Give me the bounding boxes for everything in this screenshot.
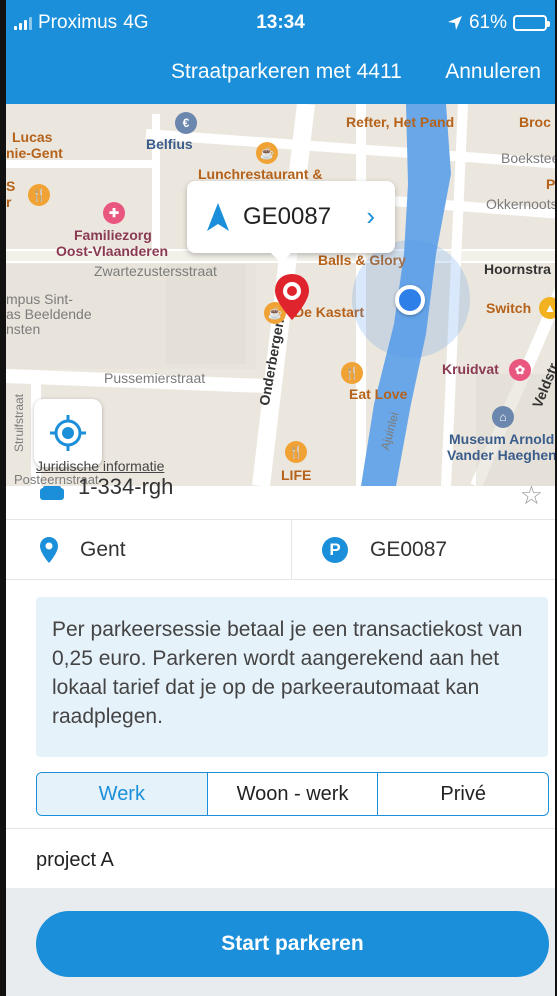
user-location-icon: [395, 285, 425, 315]
phone-screen: Proximus 4G 13:34 61% Straatparkeren met…: [0, 0, 557, 996]
parking-pin-icon[interactable]: [275, 274, 309, 320]
car-icon: [40, 486, 64, 500]
favorite-star-icon[interactable]: ☆: [520, 480, 543, 511]
map-label-lucas: Lucas: [12, 129, 53, 145]
zone-code: GE0087: [370, 538, 448, 561]
health-poi-icon[interactable]: ✚: [103, 202, 125, 224]
project-value: project A: [36, 849, 114, 871]
navigation-arrow-icon[interactable]: [207, 203, 229, 231]
page-title: Straatparkeren met 4411: [171, 60, 402, 83]
cafe-poi-icon[interactable]: ☕: [256, 142, 278, 164]
shop-poi-icon[interactable]: ▲: [539, 297, 555, 319]
segment-woon-werk[interactable]: Woon - werk: [206, 773, 378, 815]
transaction-notice: Per parkeersessie betaal je een transact…: [36, 597, 548, 757]
map-label-museum1: Museum Arnold: [449, 431, 555, 447]
map-label-kruidvat: Kruidvat: [442, 361, 499, 377]
session-sheet: 1-334-rgh ☆ Gent P GE0087 Per parkeerses…: [6, 474, 555, 996]
map-label-broc: Broc: [519, 114, 551, 130]
restaurant-poi-icon-3[interactable]: 🍴: [285, 441, 307, 463]
nav-bar: Straatparkeren met 4411 Annuleren: [6, 44, 555, 104]
segment-werk[interactable]: Werk: [37, 773, 207, 815]
parking-p-icon: P: [322, 537, 348, 563]
map-label-struifstraat: Struifstraat: [12, 393, 26, 452]
map-marker-icon: [40, 537, 58, 563]
map-label-switch: Switch: [486, 300, 532, 316]
map-view[interactable]: Lucas nie-Gent Belfius Refter, Het Pand …: [6, 104, 555, 486]
start-parking-button[interactable]: Start parkeren: [36, 911, 549, 977]
footer: Start parkeren: [6, 888, 555, 996]
restaurant-poi-icon[interactable]: 🍴: [28, 184, 50, 206]
license-plate: 1-334-rgh: [78, 474, 174, 499]
chevron-right-icon[interactable]: ›: [366, 201, 375, 232]
map-label-campus2: as Beeldende: [6, 306, 92, 322]
map-label-familiezorg2: Oost-Vlaanderen: [56, 243, 169, 259]
location-info-row: Gent P GE0087: [6, 520, 555, 580]
zone-cell: P GE0087: [322, 520, 447, 580]
status-bar: Proximus 4G 13:34 61%: [6, 0, 555, 44]
map-label-campus1: mpus Sint-: [6, 291, 73, 307]
battery-percent: 61%: [468, 12, 507, 33]
map-label-pussemier: Pussemierstraat: [104, 370, 206, 386]
city-cell: Gent: [40, 520, 126, 580]
map-label-museum2: Vander Haeghen: [447, 447, 555, 463]
callout-zone-code: GE0087: [243, 203, 332, 230]
cancel-button[interactable]: Annuleren: [445, 60, 541, 84]
map-label-r-left: r: [6, 194, 12, 210]
segment-prive[interactable]: Privé: [377, 773, 548, 815]
map-label-eatlove: Eat Love: [349, 386, 408, 402]
locate-me-button[interactable]: [34, 399, 102, 467]
shop-poi-icon-2[interactable]: ✿: [509, 359, 531, 381]
map-label-familiezorg1: Familiezorg: [74, 227, 152, 243]
map-label-lucas2: nie-Gent: [6, 145, 63, 161]
map-label-life: LIFE: [281, 467, 312, 483]
map-label-p-right: P: [546, 176, 555, 192]
battery-icon: [513, 15, 550, 31]
map-label-belfius: Belfius: [146, 136, 193, 152]
map-label-s-left: S: [6, 178, 16, 194]
map-label-hoornstraat: Hoornstra: [484, 261, 551, 277]
plate-row[interactable]: 1-334-rgh ☆: [6, 474, 555, 520]
legal-link[interactable]: Juridische informatie: [36, 458, 164, 474]
museum-poi-icon[interactable]: ⌂: [492, 406, 514, 428]
crosshair-icon: [50, 415, 86, 451]
map-label-boeksteeg: Boekstee: [501, 150, 555, 166]
location-arrow-icon: [447, 16, 462, 30]
cell-divider: [291, 520, 292, 580]
bank-poi-icon[interactable]: €: [175, 112, 197, 134]
map-label-campus3: nsten: [6, 321, 41, 337]
restaurant-poi-icon-2[interactable]: 🍴: [341, 362, 363, 384]
zone-callout[interactable]: GE0087 ›: [187, 181, 395, 263]
map-label-zwartezusters: Zwartezustersstraat: [94, 263, 217, 279]
map-label-lunch: Lunchrestaurant &: [198, 166, 323, 182]
city-name: Gent: [80, 538, 126, 561]
usage-type-selector: Werk Woon - werk Privé: [36, 772, 549, 816]
project-field[interactable]: project A: [6, 828, 555, 888]
map-label-okkernoot: Okkernootst: [486, 196, 555, 212]
map-label-refter: Refter, Het Pand: [346, 114, 455, 130]
app-header: Proximus 4G 13:34 61% Straatparkeren met…: [6, 0, 555, 104]
status-right: 61%: [447, 12, 550, 34]
